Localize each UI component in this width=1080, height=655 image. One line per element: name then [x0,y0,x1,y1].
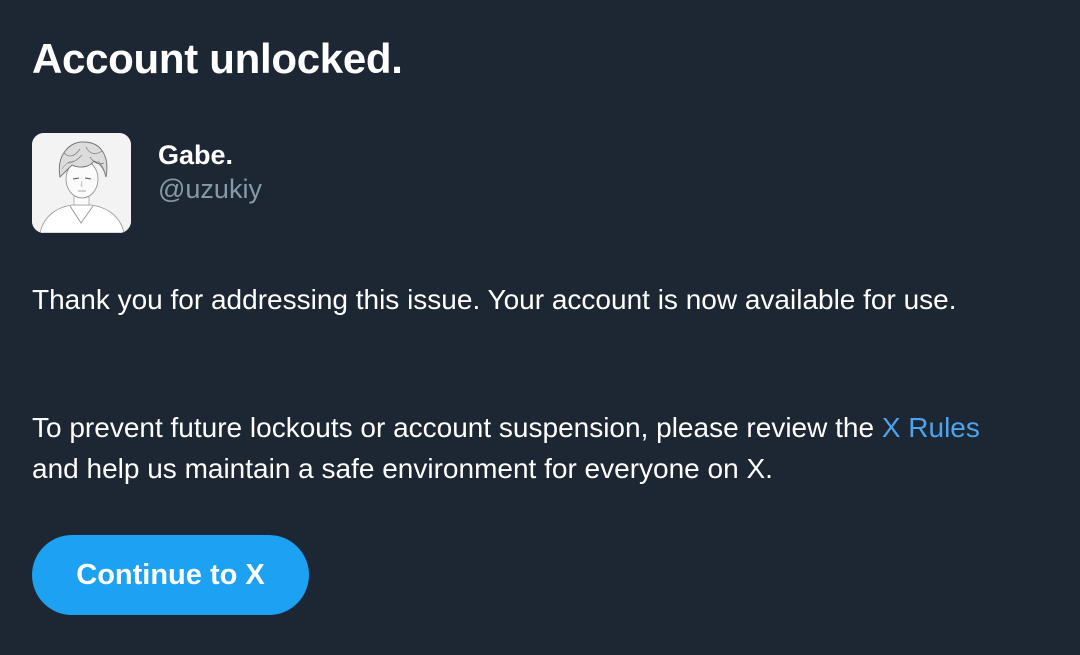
account-handle: @uzukiy [158,174,262,204]
rules-message-text-before: To prevent future lockouts or account su… [32,412,882,443]
avatar [32,133,131,233]
rules-message-text-after: and help us maintain a safe environment … [32,453,773,484]
unlock-message: Thank you for addressing this issue. You… [32,284,957,315]
continue-button[interactable]: Continue to X [32,535,309,615]
account-card: Gabe. @uzukiy [32,133,262,233]
display-name: Gabe. [158,140,234,170]
rules-message: To prevent future lockouts or account su… [32,407,1022,489]
page-title: Account unlocked. [32,35,403,82]
avatar-image [32,133,131,233]
x-rules-link[interactable]: X Rules [882,412,980,443]
